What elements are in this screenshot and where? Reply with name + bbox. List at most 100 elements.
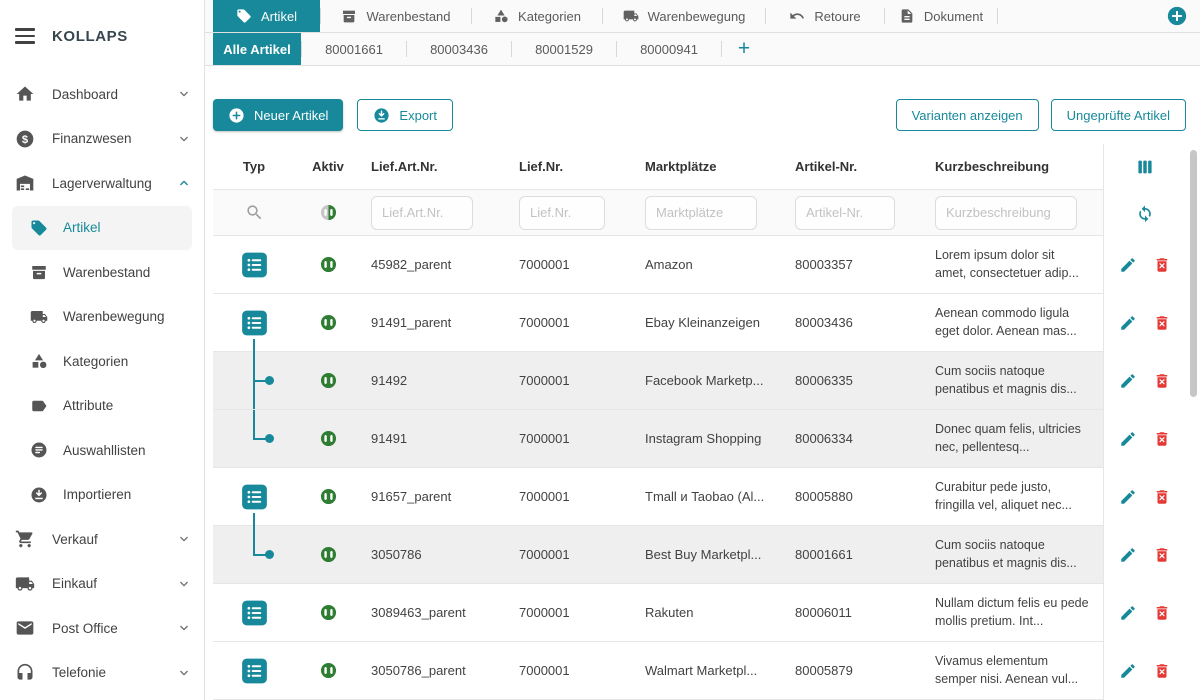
new-article-button[interactable]: Neuer Artikel <box>213 99 343 131</box>
sidebar-subitem-label: Artikel <box>63 220 101 235</box>
column-header-typ[interactable]: Typ <box>213 144 295 189</box>
sidebar-item-finanzwesen[interactable]: $Finanzwesen <box>0 117 204 162</box>
row-aktiv-cell[interactable] <box>295 468 361 525</box>
sidebar-subitem-label: Importieren <box>63 487 131 502</box>
column-header-marktpl-tze[interactable]: Marktplätze <box>635 159 785 174</box>
edit-pencil-icon[interactable] <box>1119 314 1137 332</box>
tab-artikel[interactable]: Artikel <box>213 0 320 32</box>
add-article-tab-button[interactable]: + <box>722 33 766 65</box>
sidebar-item-verkauf[interactable]: Verkauf <box>0 517 204 562</box>
subtab-80001529[interactable]: 80001529 <box>512 33 616 65</box>
row-aktiv-cell[interactable] <box>295 410 361 467</box>
sidebar-subitem-kategorien[interactable]: Kategorien <box>12 339 192 384</box>
sidebar-item-label: Post Office <box>52 621 118 636</box>
app-window: KOLLAPS Dashboard$FinanzwesenLagerverwal… <box>0 0 1200 700</box>
row-lief-art-nr: 91491_parent <box>361 315 509 330</box>
row-typ-cell <box>213 642 295 699</box>
columns-icon[interactable] <box>1134 156 1156 178</box>
delete-trash-icon[interactable] <box>1153 488 1171 506</box>
subtab-80000941[interactable]: 80000941 <box>617 33 721 65</box>
delete-trash-icon[interactable] <box>1153 662 1171 680</box>
edit-pencil-icon[interactable] <box>1119 372 1137 390</box>
sidebar-item-dashboard[interactable]: Dashboard <box>0 72 204 117</box>
row-aktiv-cell[interactable] <box>295 294 361 351</box>
delete-trash-icon[interactable] <box>1153 430 1171 448</box>
sidebar-item-telefonie[interactable]: Telefonie <box>0 651 204 696</box>
row-aktiv-cell[interactable] <box>295 584 361 641</box>
article-list-icon[interactable] <box>241 250 268 280</box>
filter-input-lief-nr-[interactable] <box>519 196 605 230</box>
filter-input-lief-art-nr-[interactable] <box>371 196 473 230</box>
sidebar-subitem-label: Kategorien <box>63 354 128 369</box>
truck-icon <box>623 8 639 24</box>
table-row: 3089463_parent7000001Rakuten80006011Null… <box>213 584 1185 642</box>
column-header-kurzbeschreibung[interactable]: Kurzbeschreibung <box>925 159 1103 174</box>
unchecked-articles-button[interactable]: Ungeprüfte Artikel <box>1051 99 1186 131</box>
edit-pencil-icon[interactable] <box>1119 430 1137 448</box>
subtab-label: Alle Artikel <box>223 42 290 57</box>
add-tab-button[interactable] <box>1166 5 1188 27</box>
tab-warenbewegung[interactable]: Warenbewegung <box>603 0 765 32</box>
row-kurzbeschreibung: Cum sociis natoque penatibus et magnis d… <box>925 363 1103 398</box>
toolbar: Neuer Artikel Export Varianten anzeigen … <box>213 99 1200 131</box>
subtab-80001661[interactable]: 80001661 <box>302 33 406 65</box>
menu-icon[interactable] <box>15 28 35 44</box>
row-kurzbeschreibung: Donec quam felis, ultricies nec, pellent… <box>925 421 1103 456</box>
edit-pencil-icon[interactable] <box>1119 662 1137 680</box>
column-header-lief-nr-[interactable]: Lief.Nr. <box>509 159 635 174</box>
table-filter-row <box>213 190 1185 236</box>
row-marktplatz: Tmall и Taobao (Al... <box>635 489 785 504</box>
filter-input-marktpl-tze[interactable] <box>645 196 757 230</box>
chevron-down-icon <box>176 576 192 592</box>
show-variants-button[interactable]: Varianten anzeigen <box>896 99 1039 131</box>
column-header-aktiv[interactable]: Aktiv <box>295 144 361 189</box>
sidebar-item-label: Einkauf <box>52 576 97 591</box>
subtab-80003436[interactable]: 80003436 <box>407 33 511 65</box>
active-status-icon <box>319 313 338 332</box>
refresh-icon[interactable] <box>1135 203 1155 223</box>
column-header-artikel-nr-[interactable]: Artikel-Nr. <box>785 159 925 174</box>
edit-pencil-icon[interactable] <box>1119 604 1137 622</box>
sidebar-subitem-importieren[interactable]: Importieren <box>12 473 192 518</box>
delete-trash-icon[interactable] <box>1153 604 1171 622</box>
filter-aktiv-cell[interactable] <box>295 190 361 235</box>
delete-trash-icon[interactable] <box>1153 314 1171 332</box>
vertical-scrollbar[interactable] <box>1190 150 1197 397</box>
tab-kategorien[interactable]: Kategorien <box>472 0 602 32</box>
filter-input-artikel-nr-[interactable] <box>795 196 895 230</box>
sidebar-item-post-office[interactable]: Post Office <box>0 606 204 651</box>
delete-trash-icon[interactable] <box>1153 372 1171 390</box>
sidebar-item-einkauf[interactable]: Einkauf <box>0 562 204 607</box>
sidebar-subitem-attribute[interactable]: Attribute <box>12 384 192 429</box>
article-list-icon[interactable] <box>241 656 268 686</box>
article-list-icon[interactable] <box>241 598 268 628</box>
column-header-lief-art-nr-[interactable]: Lief.Art.Nr. <box>361 159 509 174</box>
subtab-alle-artikel[interactable]: Alle Artikel <box>213 33 301 65</box>
row-aktiv-cell[interactable] <box>295 642 361 699</box>
new-article-label: Neuer Artikel <box>254 108 328 123</box>
export-button[interactable]: Export <box>357 99 453 131</box>
subtab-label: 80001529 <box>535 42 593 57</box>
edit-pencil-icon[interactable] <box>1119 256 1137 274</box>
delete-trash-icon[interactable] <box>1153 256 1171 274</box>
sidebar-subitem-warenbestand[interactable]: Warenbestand <box>12 250 192 295</box>
tree-line <box>253 526 255 555</box>
sidebar-subitem-warenbewegung[interactable]: Warenbewegung <box>12 295 192 340</box>
article-list-icon[interactable] <box>241 308 268 338</box>
sidebar-subitem-auswahllisten[interactable]: Auswahllisten <box>12 428 192 473</box>
sidebar-item-lagerverwaltung[interactable]: Lagerverwaltung <box>0 161 204 206</box>
row-aktiv-cell[interactable] <box>295 236 361 293</box>
row-aktiv-cell[interactable] <box>295 352 361 409</box>
sidebar-subitem-artikel[interactable]: Artikel <box>12 206 192 251</box>
delete-trash-icon[interactable] <box>1153 546 1171 564</box>
main-area: ArtikelWarenbestandKategorienWarenbewegu… <box>205 0 1200 700</box>
article-list-icon[interactable] <box>241 482 268 512</box>
tab-retoure[interactable]: Retoure <box>766 0 884 32</box>
filter-input-kurzbeschreibung[interactable] <box>935 196 1077 230</box>
row-aktiv-cell[interactable] <box>295 526 361 583</box>
edit-pencil-icon[interactable] <box>1119 546 1137 564</box>
edit-pencil-icon[interactable] <box>1119 488 1137 506</box>
tab-dokument[interactable]: Dokument <box>885 0 997 32</box>
filter-typ-cell <box>213 190 295 235</box>
tab-warenbestand[interactable]: Warenbestand <box>321 0 471 32</box>
